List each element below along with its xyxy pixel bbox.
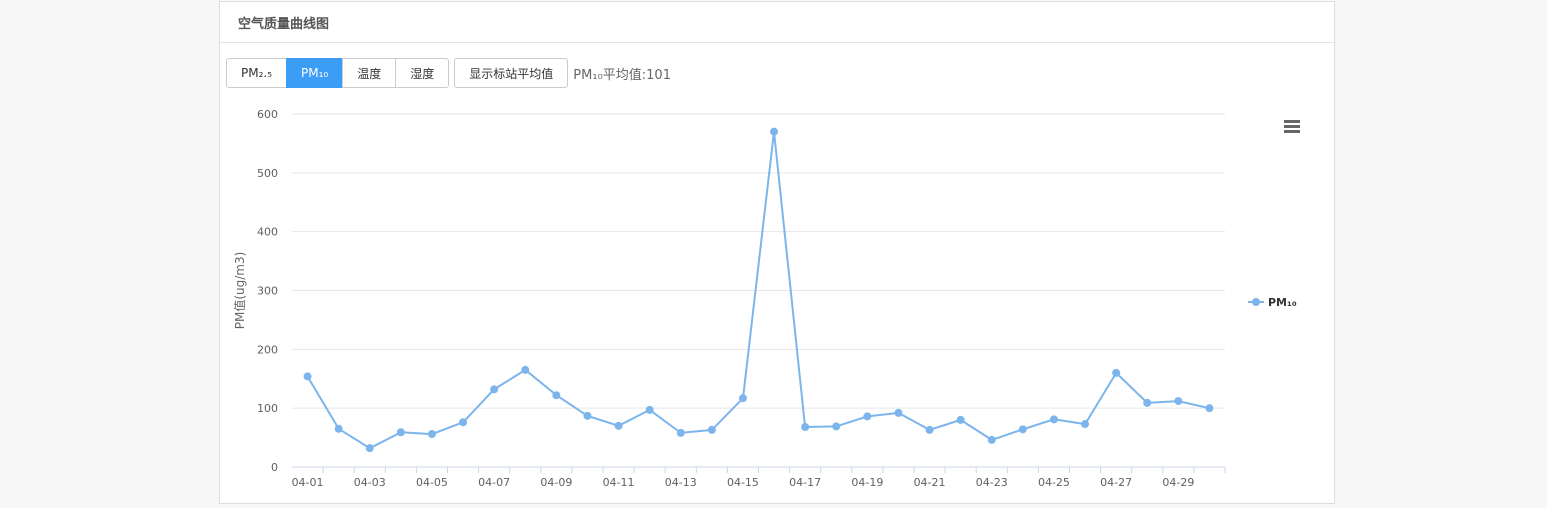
- data-point[interactable]: [614, 421, 623, 430]
- data-point[interactable]: [552, 391, 561, 400]
- x-tick-label: 04-25: [1038, 476, 1070, 489]
- data-point[interactable]: [770, 127, 779, 136]
- x-tick-label: 04-21: [914, 476, 946, 489]
- data-point[interactable]: [1049, 415, 1058, 424]
- data-point[interactable]: [925, 425, 934, 434]
- data-point[interactable]: [1112, 368, 1121, 377]
- x-tick-label: 04-11: [603, 476, 635, 489]
- y-tick-label: 100: [257, 402, 278, 415]
- data-point[interactable]: [707, 425, 716, 434]
- x-tick-label: 04-23: [976, 476, 1008, 489]
- data-point[interactable]: [956, 415, 965, 424]
- x-tick-label: 04-17: [789, 476, 821, 489]
- x-tick-label: 04-19: [851, 476, 883, 489]
- data-point[interactable]: [583, 411, 592, 420]
- data-point[interactable]: [1081, 420, 1090, 429]
- y-axis-label: PM值(ug/m3): [232, 252, 247, 330]
- legend[interactable]: PM₁₀: [1248, 296, 1297, 309]
- data-point[interactable]: [396, 428, 405, 437]
- data-point[interactable]: [459, 418, 468, 427]
- data-point[interactable]: [427, 430, 436, 439]
- data-point[interactable]: [987, 435, 996, 444]
- data-point[interactable]: [334, 424, 343, 433]
- data-point[interactable]: [832, 422, 841, 431]
- data-point[interactable]: [894, 408, 903, 417]
- x-tick-label: 04-03: [354, 476, 386, 489]
- x-tick-label: 04-29: [1162, 476, 1194, 489]
- data-point[interactable]: [490, 385, 499, 394]
- data-point[interactable]: [1018, 425, 1027, 434]
- legend-item-label: PM₁₀: [1268, 296, 1297, 309]
- data-point[interactable]: [738, 394, 747, 403]
- line-chart: 0 100 200 300 400 500 600 04-01 04-03 04-05 04-07 0…: [232, 108, 1300, 489]
- x-tick-label: 04-01: [292, 476, 324, 489]
- x-tick-label: 04-05: [416, 476, 448, 489]
- y-tick-label: 400: [257, 226, 278, 239]
- data-point[interactable]: [1143, 398, 1152, 407]
- y-tick-label: 200: [257, 343, 278, 356]
- data-point[interactable]: [645, 405, 654, 414]
- y-tick-label: 500: [257, 167, 278, 180]
- data-point[interactable]: [521, 365, 530, 374]
- series-line: [306, 131, 1210, 450]
- data-point[interactable]: [801, 422, 810, 431]
- hamburger-menu-icon[interactable]: [1284, 120, 1300, 133]
- x-tick-label: 04-13: [665, 476, 697, 489]
- data-point[interactable]: [1205, 404, 1214, 413]
- data-point[interactable]: [1174, 397, 1183, 406]
- y-tick-label: 0: [271, 461, 278, 474]
- x-tick-label: 04-27: [1100, 476, 1132, 489]
- y-tick-label: 600: [257, 108, 278, 121]
- x-tick-label: 04-07: [478, 476, 510, 489]
- x-tick-label: 04-15: [727, 476, 759, 489]
- legend-marker-icon: [1252, 298, 1260, 306]
- series-pm10: [303, 127, 1214, 453]
- y-tick-label: 300: [257, 285, 278, 298]
- chart-panel: 空气质量曲线图 PM₂.₅ PM₁₀ 温度 湿度 显示标站平均值 PM₁₀平均值…: [219, 1, 1335, 504]
- data-point[interactable]: [863, 412, 872, 421]
- data-point[interactable]: [365, 444, 374, 453]
- x-tick-label: 04-09: [540, 476, 572, 489]
- data-point[interactable]: [676, 428, 685, 437]
- data-point[interactable]: [303, 372, 312, 381]
